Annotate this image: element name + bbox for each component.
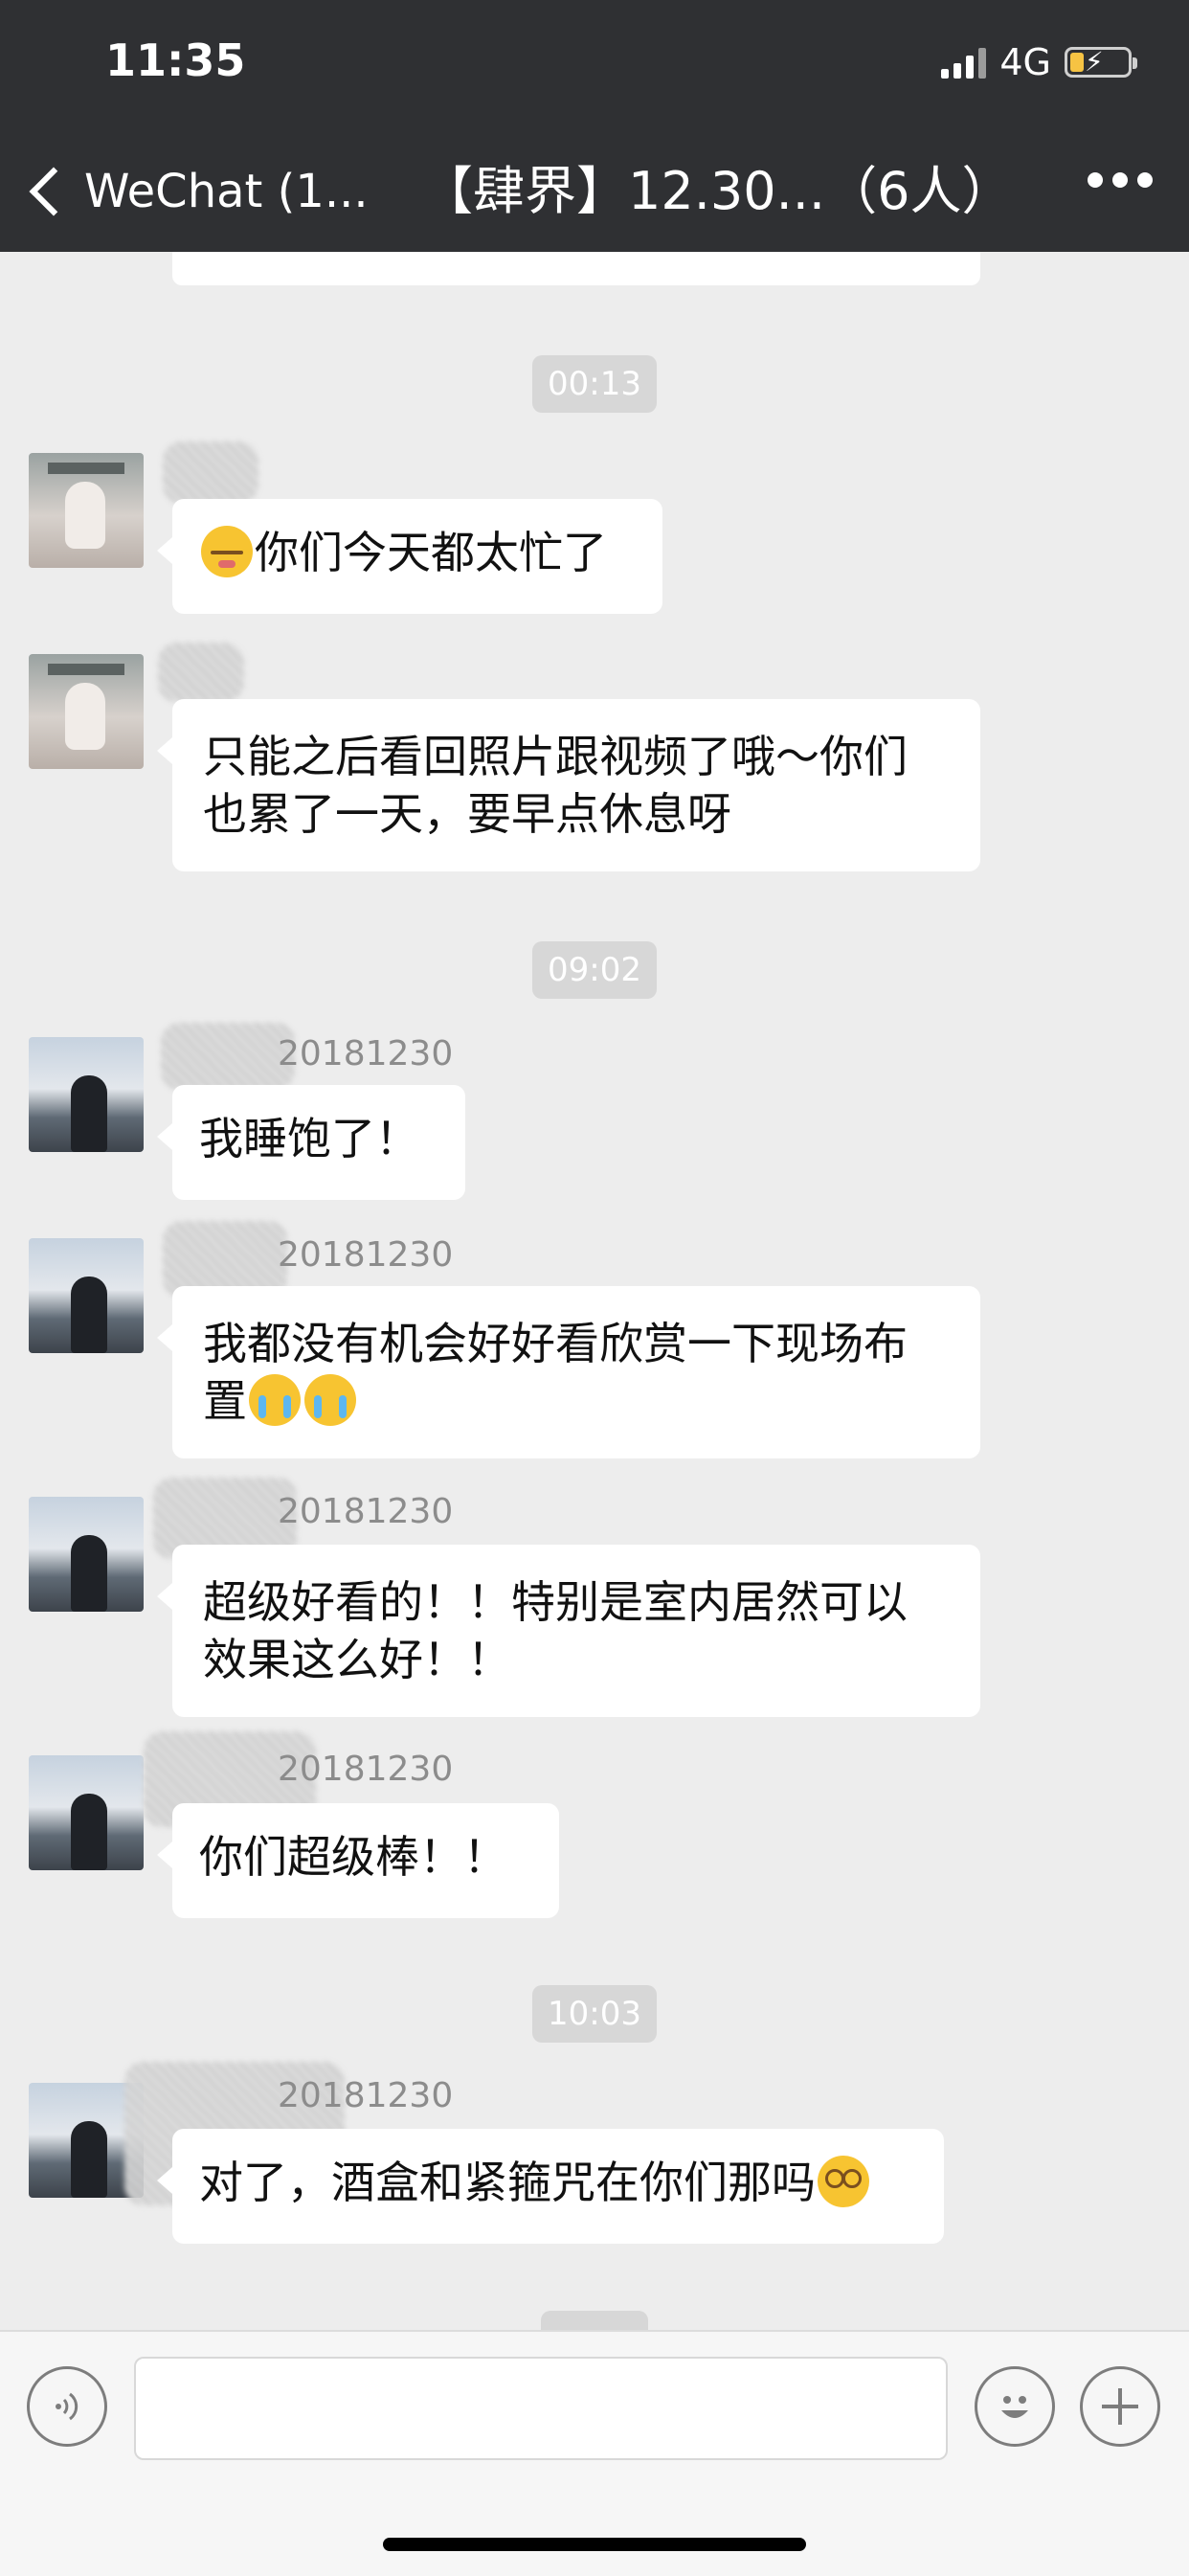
timestamp: 10:03	[532, 1985, 657, 2043]
emoji-button[interactable]	[975, 2366, 1055, 2447]
sender-name: 20181230	[278, 2076, 454, 2115]
network-label: 4G	[999, 41, 1051, 83]
status-time: 11:35	[105, 34, 246, 86]
crying-emoji-icon	[304, 1374, 356, 1426]
message-text: 超级好看的！！特别是室内居然可以效果这么好！！	[203, 1576, 908, 1685]
avatar[interactable]	[29, 1238, 144, 1353]
blurred-name	[158, 643, 244, 702]
timestamp: 09:02	[532, 941, 657, 999]
voice-icon	[56, 2392, 79, 2421]
message-text: 只能之后看回照片跟视频了哦～你们也累了一天，要早点休息呀	[203, 731, 908, 840]
sender-name: 20181230	[278, 1750, 454, 1789]
top-bar: 11:35 4G ⚡ WeChat (1... 【肆界】12.30...（6人）	[0, 0, 1189, 252]
timestamp-partial	[541, 2311, 648, 2330]
message-bubble[interactable]: 对了，酒盒和紧箍咒在你们那吗	[157, 2129, 944, 2244]
sender-name: 20181230	[278, 1034, 454, 1073]
back-button[interactable]: WeChat (1...	[23, 159, 369, 224]
status-indicators: 4G ⚡	[941, 38, 1137, 86]
partial-message-bubble	[172, 252, 980, 285]
sender-name: 20181230	[278, 1235, 454, 1275]
more-icon	[1088, 172, 1103, 188]
crying-emoji-icon	[249, 1374, 301, 1426]
blurred-name	[161, 1023, 295, 1090]
avatar[interactable]	[29, 453, 144, 568]
message-bubble[interactable]: 只能之后看回照片跟视频了哦～你们也累了一天，要早点休息呀	[157, 699, 980, 871]
message-input[interactable]	[134, 2357, 948, 2460]
message-bubble[interactable]: 你们超级棒！！	[157, 1803, 559, 1918]
avatar[interactable]	[29, 1755, 144, 1870]
sender-name: 20181230	[278, 1492, 454, 1531]
emoji-icon	[1001, 2396, 1028, 2418]
chat-area[interactable]: 00:13 你们今天都太忙了 只能之后看回照片跟视频了哦～你们也累了一天，要早点…	[0, 252, 1189, 2330]
voice-button[interactable]	[27, 2366, 107, 2447]
more-button[interactable]	[1088, 172, 1153, 188]
blurred-name	[163, 441, 258, 504]
timestamp: 00:13	[532, 355, 657, 413]
avatar[interactable]	[29, 654, 144, 769]
message-text: 你们今天都太忙了	[255, 527, 607, 578]
home-indicator[interactable]	[383, 2538, 806, 2551]
message-bubble[interactable]: 超级好看的！！特别是室内居然可以效果这么好！！	[157, 1545, 980, 1717]
chevron-left-icon	[29, 167, 79, 216]
message-text: 你们超级棒！！	[199, 1831, 507, 1883]
battery-icon: ⚡	[1065, 46, 1137, 78]
message-bubble[interactable]: 我都没有机会好好看欣赏一下现场布置	[157, 1286, 980, 1458]
signal-icon	[941, 46, 987, 79]
avatar[interactable]	[29, 1037, 144, 1152]
plus-icon	[1102, 2388, 1138, 2425]
dizzy-emoji-icon	[818, 2156, 869, 2207]
message-bubble[interactable]: 我睡饱了！	[157, 1085, 465, 1200]
shy-emoji-icon	[201, 526, 253, 577]
back-label: WeChat (1...	[84, 165, 369, 218]
avatar[interactable]	[29, 1497, 144, 1612]
chat-title: 【肆界】12.30...（6人）	[421, 161, 1014, 221]
message-bubble[interactable]: 你们今天都太忙了	[157, 499, 662, 614]
message-text: 我睡饱了！	[199, 1113, 419, 1164]
plus-button[interactable]	[1080, 2366, 1160, 2447]
message-text: 对了，酒盒和紧箍咒在你们那吗	[199, 2157, 816, 2208]
